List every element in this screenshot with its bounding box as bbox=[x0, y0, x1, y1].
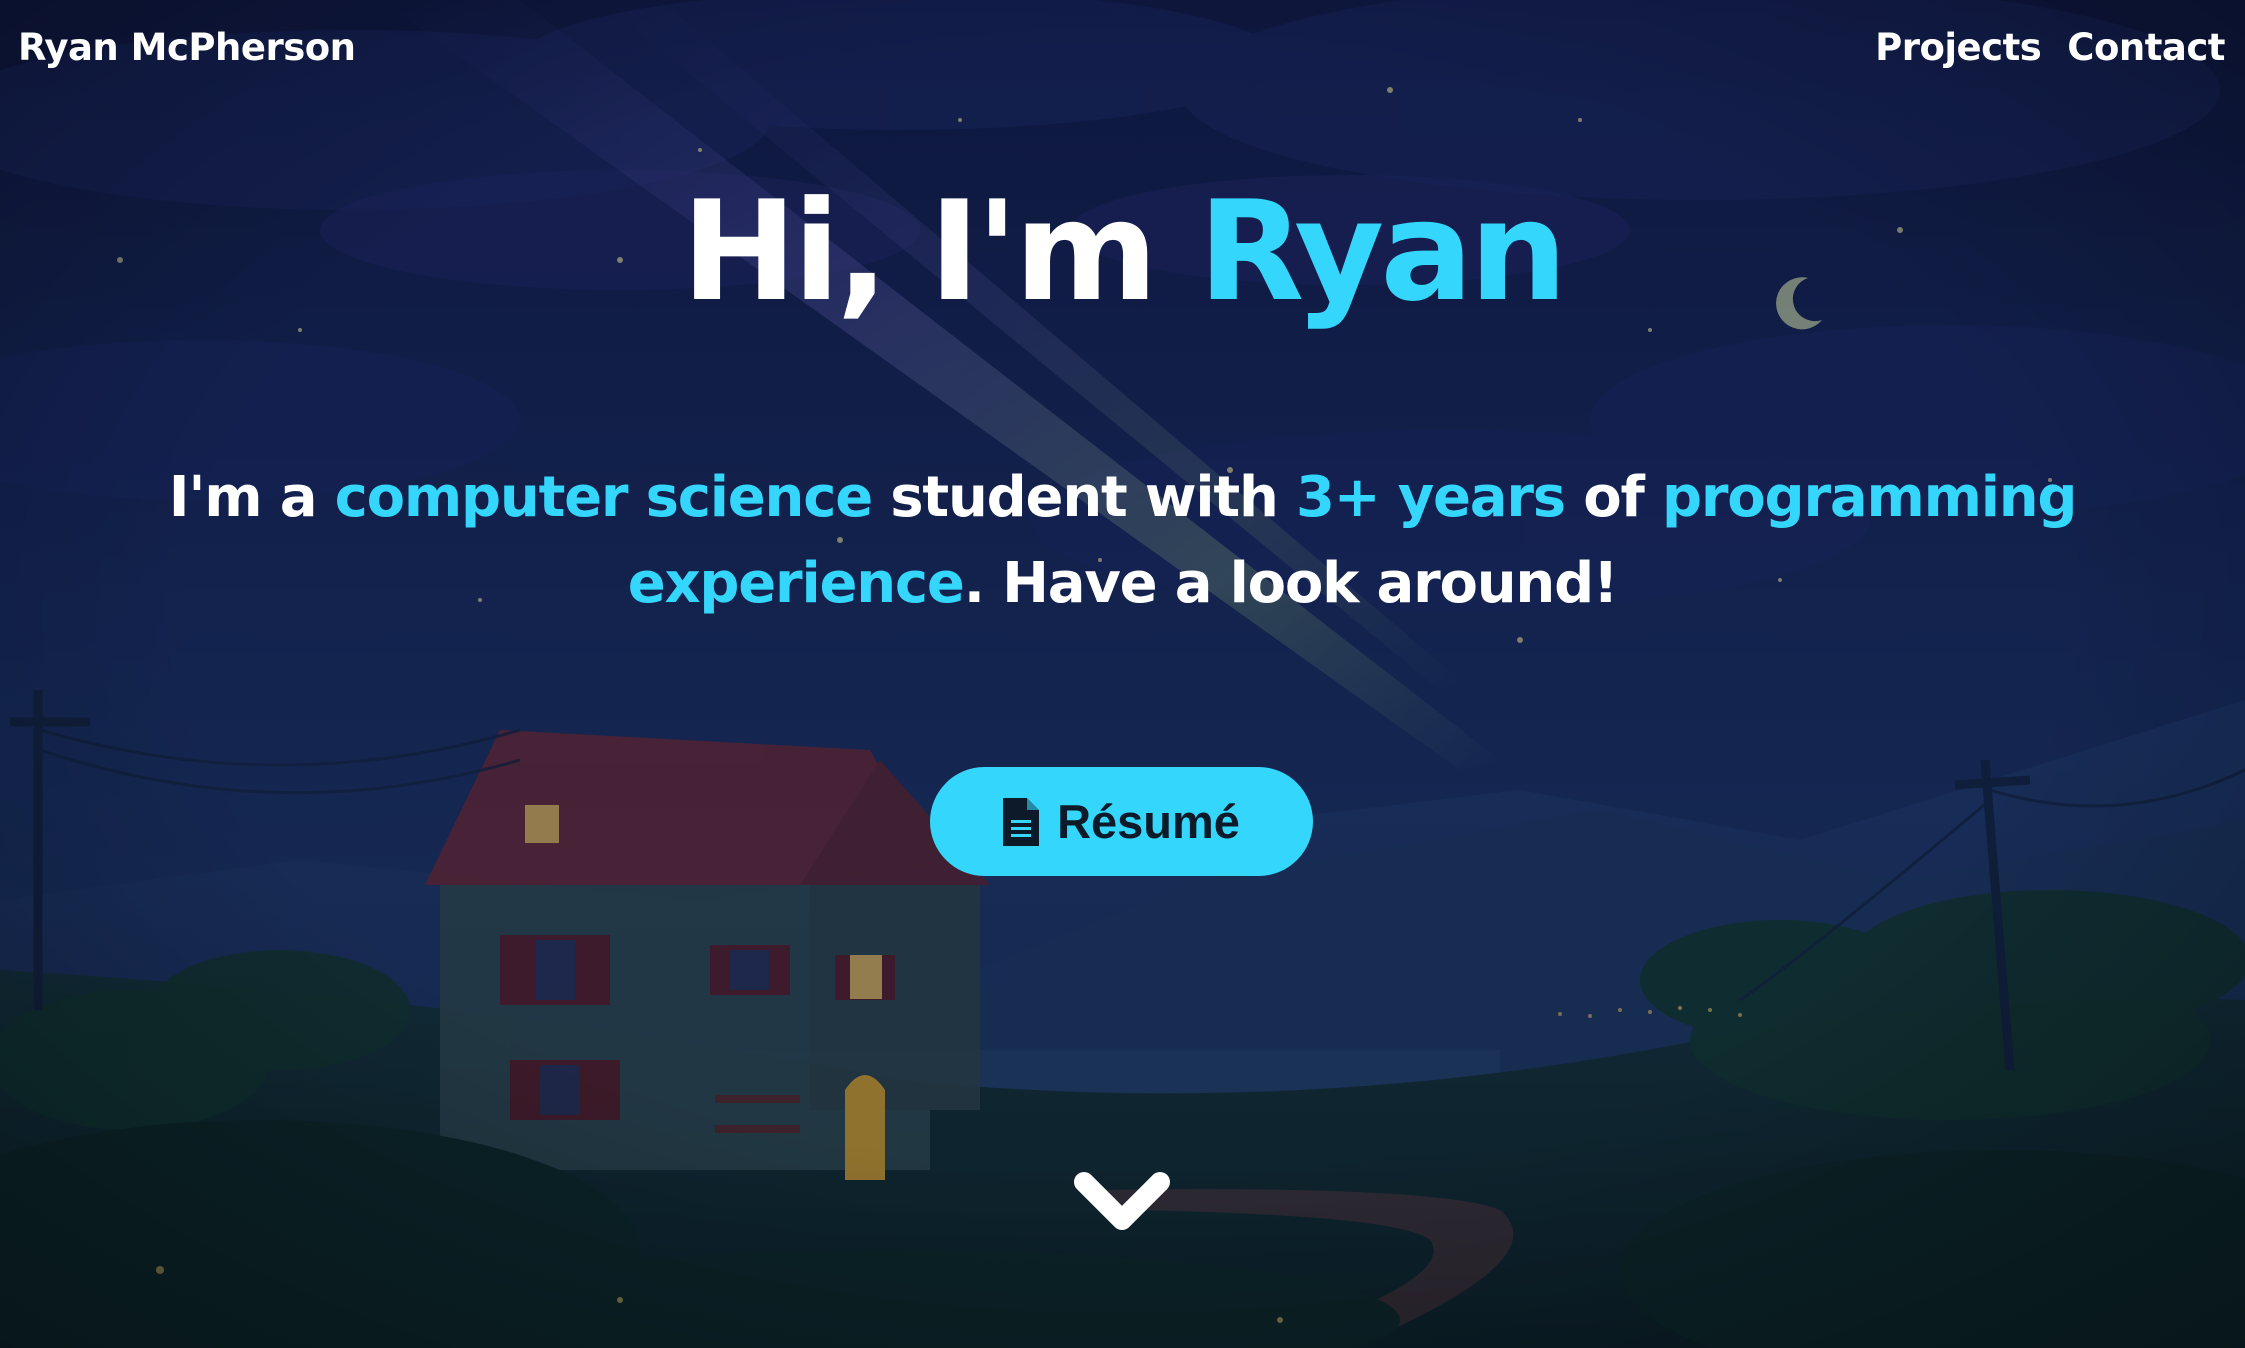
hero-heading: Hi, I'm Ryan bbox=[0, 172, 2245, 332]
hero-tagline: I'm a computer science student with 3+ y… bbox=[160, 455, 2085, 627]
resume-button-label: Résumé bbox=[1057, 795, 1240, 848]
nav-link-projects[interactable]: Projects bbox=[1875, 26, 2042, 69]
top-nav: Projects Contact bbox=[1875, 26, 2225, 69]
landing-page: Ryan McPherson Projects Contact Hi, I'm … bbox=[0, 0, 2245, 1348]
tagline-highlight: 3+ years bbox=[1295, 465, 1566, 530]
tagline-highlight: computer science bbox=[334, 465, 874, 530]
tagline-segment: of bbox=[1564, 465, 1662, 530]
chevron-down-icon[interactable] bbox=[1074, 1170, 1170, 1236]
resume-button[interactable]: Résumé bbox=[930, 767, 1313, 876]
nav-link-contact[interactable]: Contact bbox=[2067, 26, 2225, 69]
hero-name: Ryan bbox=[1198, 171, 1567, 332]
tagline-segment: I'm a bbox=[168, 465, 335, 530]
hero-greeting: Hi, I'm bbox=[681, 171, 1199, 332]
document-icon bbox=[1003, 797, 1040, 846]
brand-logo-link[interactable]: Ryan McPherson bbox=[18, 26, 356, 69]
tagline-segment: student with bbox=[872, 465, 1296, 530]
tagline-segment: . Have a look around! bbox=[963, 551, 1619, 616]
